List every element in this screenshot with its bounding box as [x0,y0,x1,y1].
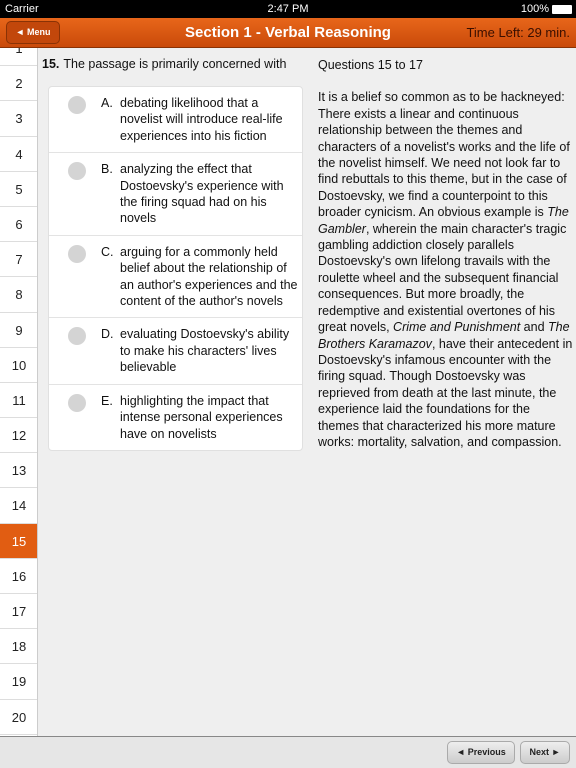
battery-label: 100% [520,3,549,15]
sidebar-item-14[interactable]: 14 [0,488,37,524]
sidebar-item-1[interactable]: 1 [0,48,37,67]
header: ◄ Menu Section 1 - Verbal Reasoning Time… [0,18,576,48]
question-sidebar[interactable]: 1 2 3 4 5 6 7 8 9 10 11 12 13 14 15 16 17 18 19 20 [0,48,38,736]
sidebar-item-8[interactable]: 8 [0,277,37,313]
passage: Questions 15 to 17 It is a belief so com… [318,57,574,450]
option-text: evaluating Dostoevsky's ability to make … [120,327,290,375]
passage-heading: Questions 15 to 17 [318,58,423,72]
sidebar-item-13[interactable]: 13 [0,453,37,489]
radio-button[interactable] [68,96,86,114]
sidebar-item-7[interactable]: 7 [0,242,37,278]
radio-button[interactable] [68,327,86,346]
footer: ◄ Previous Next ► [0,736,576,768]
sidebar-item-9[interactable]: 9 [0,313,37,348]
option-letter: C. [101,244,114,259]
sidebar-item-11[interactable]: 11 [0,383,37,419]
answer-option[interactable]: E. highlighting the impact that intense p… [49,385,302,450]
battery-status: 100% [521,0,572,18]
radio-button[interactable] [68,244,86,263]
sidebar-item-20[interactable]: 20 [0,700,37,735]
sidebar-item-18[interactable]: 18 [0,629,37,665]
sidebar-item-16[interactable]: 16 [0,559,37,594]
clock: 2:47 PM [267,3,309,15]
option-text: analyzing the effect that Dostoevsky's e… [120,162,284,226]
sidebar-item-19[interactable]: 19 [0,664,37,700]
question-text: The passage is primarily concerned with [63,57,287,71]
sidebar-item-15[interactable]: 15 [0,523,37,559]
question-stem: 15. The passage is primarily concerned wi… [42,57,286,71]
next-button[interactable]: Next ► [520,741,570,764]
answer-options: A. debating likelihood that a novelist wi… [48,86,303,451]
previous-button[interactable]: ◄ Previous [447,741,515,764]
status-bar: Carrier 2:47 PM 100% [0,0,576,18]
sidebar-item-2[interactable]: 2 [0,66,37,102]
question-number: 15. [42,57,60,71]
answer-option[interactable]: A. debating likelihood that a novelist wi… [49,87,302,154]
sidebar-item-5[interactable]: 5 [0,172,37,207]
sidebar-item-6[interactable]: 6 [0,207,37,243]
answer-option[interactable]: C. arguing for a commonly held belief abo… [49,236,302,319]
answer-option[interactable]: D. evaluating Dostoevsky's ability to mak… [49,318,302,385]
option-letter: D. [101,327,114,342]
option-text: arguing for a commonly held belief about… [120,244,298,309]
option-text: debating likelihood that a novelist will… [120,96,283,143]
sidebar-item-12[interactable]: 12 [0,418,37,454]
radio-button[interactable] [68,162,86,181]
option-letter: E. [101,393,113,408]
option-text: highlighting the impact that intense per… [120,393,283,441]
sidebar-item-3[interactable]: 3 [0,101,37,137]
battery-icon [552,4,572,14]
time-left: Time Left: 29 min. [466,25,570,40]
passage-text: It is a belief so common as to be hackne… [318,90,573,449]
option-letter: B. [101,162,113,177]
radio-button[interactable] [68,393,86,412]
sidebar-item-4[interactable]: 4 [0,137,37,172]
sidebar-item-17[interactable]: 17 [0,594,37,630]
sidebar-item-10[interactable]: 10 [0,348,37,383]
answer-option[interactable]: B. analyzing the effect that Dostoevsky's… [49,153,302,236]
option-letter: A. [101,96,113,110]
